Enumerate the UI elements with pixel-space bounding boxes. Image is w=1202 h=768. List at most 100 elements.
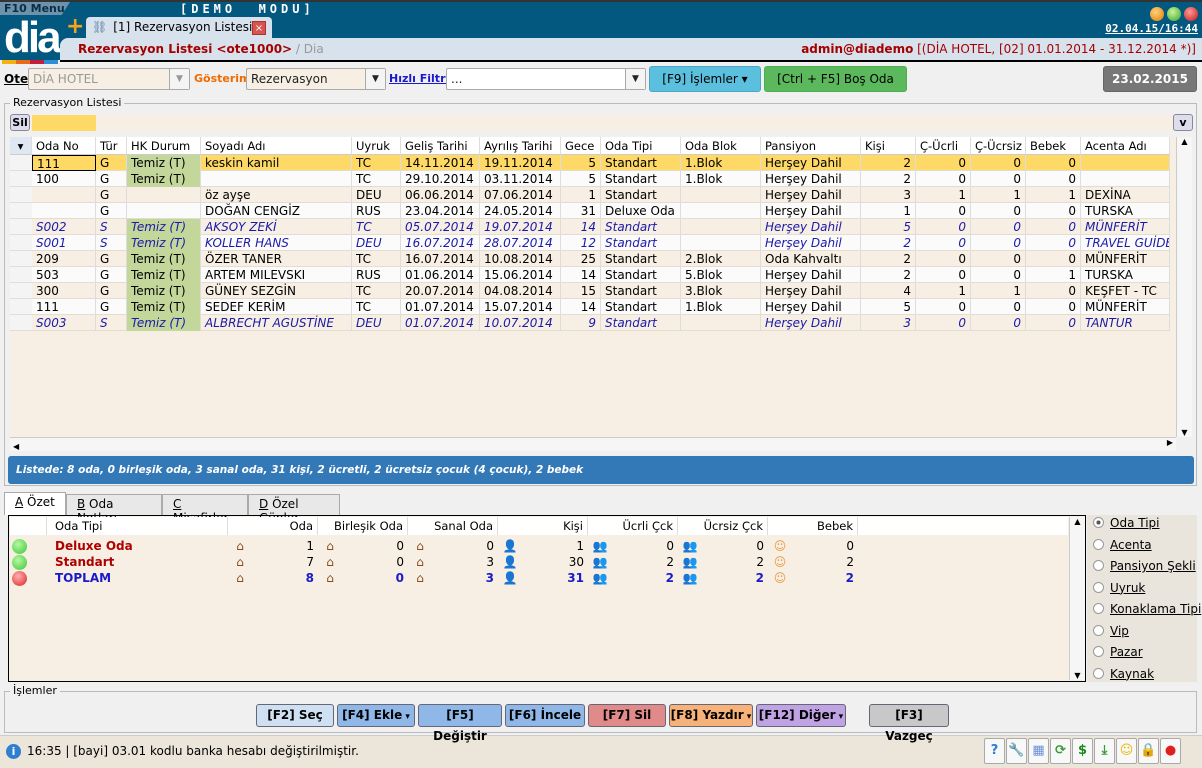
column-header-11[interactable]: Kişi xyxy=(861,137,916,155)
summary-header-1[interactable]: Oda xyxy=(228,517,318,535)
row-handle[interactable] xyxy=(10,219,32,235)
vertical-scrollbar[interactable]: ▲ ▼ xyxy=(1176,137,1192,437)
orange-led-icon[interactable] xyxy=(1150,7,1164,21)
action-button-3[interactable]: [F6] İncele xyxy=(505,704,585,727)
summary-header-6[interactable]: Ücrsiz Çck xyxy=(678,517,768,535)
radio-konaklama-tipi[interactable]: Konaklama Tipi xyxy=(1093,602,1201,616)
green-led-icon[interactable] xyxy=(1167,7,1181,21)
scroll-up-icon[interactable]: ▲ xyxy=(1177,137,1192,146)
wrench-icon[interactable]: 🔧 xyxy=(1006,738,1027,764)
action-button-7[interactable]: [F3] Vazgeç xyxy=(869,704,949,743)
radio-unchecked-icon[interactable] xyxy=(1093,581,1104,593)
summary-header-5[interactable]: Ücrli Çck xyxy=(588,517,678,535)
scroll-right-icon[interactable]: ▶ xyxy=(1167,438,1173,447)
row-handle[interactable] xyxy=(10,267,32,283)
row-handle[interactable] xyxy=(10,299,32,315)
tab-misafirler[interactable]: C Misafirler xyxy=(162,494,248,525)
column-header-3[interactable]: Soyadı Adı xyxy=(201,137,352,155)
summary-header-3[interactable]: Sanal Oda xyxy=(408,517,498,535)
lock-icon[interactable]: 🔒 xyxy=(1138,738,1159,764)
chevron-down-icon[interactable]: ▼ xyxy=(169,69,189,89)
summary-scrollbar[interactable]: ▲ ▼ xyxy=(1069,517,1085,680)
chevron-down-icon[interactable]: ▼ xyxy=(365,69,385,89)
radio-oda-tipi[interactable]: Oda Tipi xyxy=(1093,516,1159,530)
tab-özet[interactable]: A Özet xyxy=(4,492,66,515)
action-button-0[interactable]: [F2] Seç xyxy=(256,704,334,727)
tab-özel-günler[interactable]: D Özel Günler xyxy=(248,494,340,525)
hizli-filtre-select[interactable]: ... ▼ xyxy=(446,68,646,90)
summary-header-7[interactable]: Bebek xyxy=(768,517,858,535)
radio-vip[interactable]: Vip xyxy=(1093,624,1129,638)
summary-header-4[interactable]: Kişi xyxy=(498,517,588,535)
column-header-9[interactable]: Oda Blok xyxy=(681,137,761,155)
column-header-13[interactable]: Ç-Ücrsiz xyxy=(971,137,1026,155)
radio-kaynak[interactable]: Kaynak xyxy=(1093,667,1154,681)
summary-header-2[interactable]: Birleşik Oda xyxy=(318,517,408,535)
bos-oda-button[interactable]: [Ctrl + F5] Boş Oda xyxy=(764,66,907,92)
column-header-4[interactable]: Uyruk xyxy=(352,137,401,155)
red-led-icon[interactable] xyxy=(1184,7,1198,21)
help-icon[interactable]: ? xyxy=(984,738,1005,764)
islemler-button[interactable]: [F9] İşlemler ▾ xyxy=(649,66,761,92)
radio-checked-icon[interactable] xyxy=(1093,517,1104,528)
radio-pazar[interactable]: Pazar xyxy=(1093,645,1143,659)
close-tab-icon[interactable]: × xyxy=(252,21,266,35)
column-header-7[interactable]: Gece xyxy=(561,137,601,155)
action-button-6[interactable]: [F12] Diğer ▾ xyxy=(756,704,846,727)
radio-unchecked-icon[interactable] xyxy=(1093,667,1104,679)
filter-row[interactable] xyxy=(10,115,1192,131)
radio-unchecked-icon[interactable] xyxy=(1093,560,1104,571)
row-handle[interactable] xyxy=(10,203,32,219)
summary-header-0[interactable]: Oda Tipi xyxy=(47,517,228,535)
column-header-8[interactable]: Oda Tipi xyxy=(601,137,681,155)
action-button-2[interactable]: [F5] Değiştir xyxy=(418,704,502,743)
column-header-10[interactable]: Pansiyon xyxy=(761,137,861,155)
action-button-5[interactable]: [F8] Yazdır ▾ xyxy=(669,704,753,727)
radio-unchecked-icon[interactable] xyxy=(1093,624,1104,636)
scroll-left-icon[interactable]: ◀ xyxy=(10,442,19,451)
horizontal-scrollbar[interactable]: ◀ ▶ xyxy=(10,437,1176,451)
sil-filter-button[interactable]: Sil xyxy=(10,114,30,131)
date-button[interactable]: 23.02.2015 xyxy=(1103,66,1197,92)
refresh-icon[interactable]: ⟳ xyxy=(1050,738,1071,764)
column-menu-icon[interactable]: ▾ xyxy=(10,137,32,155)
radio-unchecked-icon[interactable] xyxy=(1093,538,1104,550)
column-header-12[interactable]: Ç-Ücrli xyxy=(916,137,971,155)
chevron-down-icon[interactable]: ▼ xyxy=(625,69,645,89)
column-header-5[interactable]: Geliş Tarihi xyxy=(401,137,480,155)
action-button-1[interactable]: [F4] Ekle ▾ xyxy=(337,704,415,727)
tab-rezervasyon-listesi[interactable]: ⛓ [1] Rezervasyon Listesi × xyxy=(86,17,272,39)
radio-acenta[interactable]: Acenta xyxy=(1093,538,1152,552)
column-header-0[interactable]: Oda No xyxy=(32,137,96,155)
radio-uyruk[interactable]: Uyruk xyxy=(1093,581,1145,595)
row-handle[interactable] xyxy=(10,171,32,187)
otel-select[interactable]: DİA HOTEL ▼ xyxy=(28,68,190,90)
hizli-filtre-link[interactable]: Hızlı Filtre xyxy=(389,72,453,85)
row-handle[interactable] xyxy=(10,283,32,299)
radio-pansiyon-şekli[interactable]: Pansiyon Şekli xyxy=(1093,559,1196,573)
column-header-14[interactable]: Bebek xyxy=(1026,137,1081,155)
new-tab-plus-icon[interactable]: + xyxy=(66,14,84,39)
download-icon[interactable]: ⤓ xyxy=(1094,738,1115,764)
column-header-2[interactable]: HK Durum xyxy=(127,137,201,155)
gosterim-select[interactable]: Rezervasyon ▼ xyxy=(246,68,386,90)
tab-oda-notları[interactable]: B Oda Notları xyxy=(66,494,162,525)
radio-unchecked-icon[interactable] xyxy=(1093,646,1104,657)
scroll-down-icon[interactable]: ▼ xyxy=(1177,428,1192,437)
row-handle[interactable] xyxy=(10,155,32,171)
row-handle[interactable] xyxy=(10,315,32,331)
row-handle[interactable] xyxy=(10,251,32,267)
column-header-1[interactable]: Tür xyxy=(96,137,127,155)
row-handle[interactable] xyxy=(10,187,32,203)
expand-filter-button[interactable]: v xyxy=(1173,114,1193,131)
smiley-icon[interactable]: ☺ xyxy=(1116,738,1137,764)
oda-no-filter[interactable] xyxy=(32,115,96,131)
calculator-icon[interactable]: ▦ xyxy=(1028,738,1049,764)
radio-unchecked-icon[interactable] xyxy=(1093,603,1104,614)
column-header-15[interactable]: Acenta Adı xyxy=(1081,137,1170,155)
stop-icon[interactable]: ● xyxy=(1160,738,1181,764)
row-handle[interactable] xyxy=(10,235,32,251)
action-button-4[interactable]: [F7] Sil xyxy=(588,704,666,727)
dollar-icon[interactable]: $ xyxy=(1072,738,1093,764)
column-header-6[interactable]: Ayrılış Tarihi xyxy=(480,137,561,155)
